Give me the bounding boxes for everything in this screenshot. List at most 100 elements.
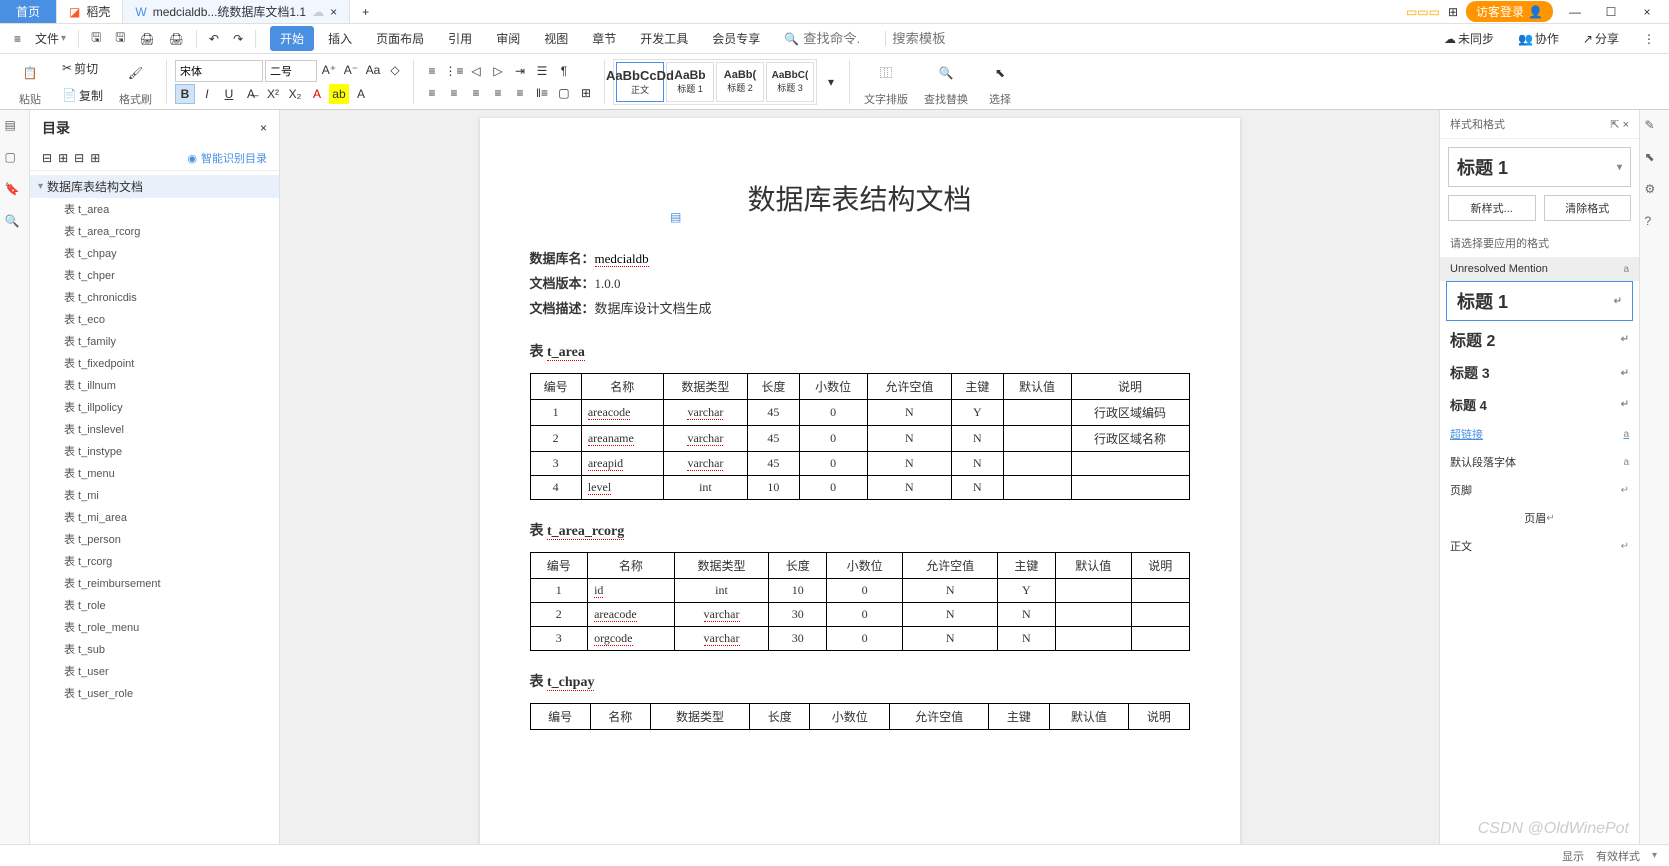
- style-list-item[interactable]: 标题 3↵: [1440, 357, 1639, 389]
- subscript-button[interactable]: X₂: [285, 84, 305, 104]
- paste-group[interactable]: 📋 粘贴: [8, 57, 52, 107]
- find-replace-group[interactable]: 🔍 查找替换: [918, 57, 974, 107]
- style-gallery-item[interactable]: AaBb标题 1: [666, 62, 714, 102]
- tree-item[interactable]: 表 t_chper: [30, 264, 279, 286]
- bullets-button[interactable]: ≡: [422, 61, 442, 81]
- status-filter[interactable]: 有效样式: [1596, 848, 1640, 864]
- screen-icon[interactable]: ⊞: [1448, 5, 1458, 19]
- tab-home[interactable]: 首页: [0, 0, 57, 23]
- change-case-button[interactable]: Aa: [363, 60, 383, 80]
- sort-button[interactable]: ☰: [532, 61, 552, 81]
- search-rail-button[interactable]: 🔍: [5, 214, 25, 234]
- align-dist-button[interactable]: ≡: [510, 83, 530, 103]
- pin-icon[interactable]: ⇱: [1610, 119, 1619, 131]
- smart-outline-button[interactable]: ◉ 智能识别目录: [187, 150, 267, 166]
- share-button[interactable]: ↗ 分享: [1577, 26, 1625, 51]
- ribbon-tab-2[interactable]: 页面布局: [366, 26, 434, 51]
- save-as-button[interactable]: 🖫: [109, 24, 131, 53]
- style-list-item[interactable]: 页脚↵: [1440, 476, 1639, 504]
- borders-button[interactable]: ⊞: [576, 83, 596, 103]
- align-left-button[interactable]: ≡: [422, 83, 442, 103]
- ribbon-tab-0[interactable]: 开始: [270, 26, 314, 51]
- clear-format-button[interactable]: 清除格式: [1544, 195, 1632, 221]
- tree-item[interactable]: 表 t_area_rcorg: [30, 220, 279, 242]
- increase-font-button[interactable]: A⁺: [319, 60, 339, 80]
- sync-button[interactable]: ☁ 未同步: [1438, 26, 1500, 51]
- format-painter-group[interactable]: 🖌 格式刷: [113, 57, 158, 107]
- tree-item[interactable]: 表 t_fixedpoint: [30, 352, 279, 374]
- tree-item[interactable]: 表 t_person: [30, 528, 279, 550]
- style-more-button[interactable]: ▾: [821, 72, 841, 92]
- clear-format-button[interactable]: ◇: [385, 60, 405, 80]
- style-gallery-item[interactable]: AaBbC(标题 3: [766, 62, 814, 102]
- tree-item[interactable]: 表 t_menu: [30, 462, 279, 484]
- tree-item[interactable]: 表 t_area: [30, 198, 279, 220]
- ribbon-tab-8[interactable]: 会员专享: [702, 26, 770, 51]
- select-rail-button[interactable]: ⬉: [1645, 150, 1665, 170]
- tree-item[interactable]: 表 t_user_role: [30, 682, 279, 704]
- strike-button[interactable]: A̶: [241, 84, 261, 104]
- login-button[interactable]: 访客登录 👤: [1466, 1, 1553, 22]
- template-search[interactable]: [885, 31, 965, 46]
- undo-button[interactable]: ↶: [203, 28, 225, 50]
- document-area[interactable]: ▤ 数据库表结构文档 数据库名：medcialdb 文档版本：1.0.0 文档描…: [280, 110, 1439, 844]
- ribbon-tab-7[interactable]: 开发工具: [630, 26, 698, 51]
- search-input[interactable]: [803, 31, 883, 46]
- char-shading-button[interactable]: A: [351, 84, 371, 104]
- decrease-font-button[interactable]: A⁻: [341, 60, 361, 80]
- new-tab-button[interactable]: +: [350, 0, 381, 23]
- tree-item[interactable]: 表 t_sub: [30, 638, 279, 660]
- tree-item[interactable]: 表 t_role: [30, 594, 279, 616]
- style-list-item[interactable]: Unresolved Mentiona: [1440, 257, 1639, 281]
- font-select[interactable]: [175, 60, 263, 82]
- bookmark-rail-button[interactable]: 🔖: [5, 182, 25, 202]
- align-center-button[interactable]: ≡: [444, 83, 464, 103]
- tree-item[interactable]: 表 t_eco: [30, 308, 279, 330]
- highlight-button[interactable]: ab: [329, 84, 349, 104]
- tab-document[interactable]: W medcialdb...统数据库文档1.1 ☁ ×: [123, 0, 350, 23]
- outdent-button[interactable]: ◁: [466, 61, 486, 81]
- copy-button[interactable]: 📄 复制: [56, 83, 109, 108]
- style-list-item[interactable]: 正文↵: [1440, 532, 1639, 560]
- print-preview-button[interactable]: 🖨: [163, 28, 190, 50]
- file-menu[interactable]: 文件 ▾: [29, 26, 72, 51]
- italic-button[interactable]: I: [197, 84, 217, 104]
- tree-item[interactable]: 表 t_role_menu: [30, 616, 279, 638]
- close-icon[interactable]: ×: [330, 5, 337, 19]
- settings-rail-button[interactable]: ⚙: [1645, 182, 1665, 202]
- tree-item[interactable]: 表 t_user: [30, 660, 279, 682]
- size-select[interactable]: [265, 60, 317, 82]
- superscript-button[interactable]: X²: [263, 84, 283, 104]
- style-list-item[interactable]: 标题 1↵: [1446, 281, 1633, 321]
- tree-item[interactable]: 表 t_rcorg: [30, 550, 279, 572]
- style-list-item[interactable]: 页眉↵: [1440, 504, 1639, 532]
- minimize-button[interactable]: —: [1561, 0, 1589, 24]
- tree-item[interactable]: 表 t_instype: [30, 440, 279, 462]
- print-button[interactable]: 🖨: [134, 28, 161, 50]
- level-down-button[interactable]: ⊞: [90, 151, 100, 165]
- numbering-button[interactable]: ⋮≡: [444, 61, 464, 81]
- text-layout-group[interactable]: ⿲ 文字排版: [858, 57, 914, 107]
- show-marks-button[interactable]: ¶: [554, 61, 574, 81]
- current-style[interactable]: 标题 1 ▾: [1448, 147, 1631, 187]
- align-right-button[interactable]: ≡: [466, 83, 486, 103]
- style-list-item[interactable]: 超链接a: [1440, 420, 1639, 448]
- close-icon[interactable]: ×: [1623, 119, 1629, 131]
- line-spacing-button[interactable]: ‖≡: [532, 83, 552, 103]
- tree-item[interactable]: 表 t_illpolicy: [30, 396, 279, 418]
- style-gallery-item[interactable]: AaBb(标题 2: [716, 62, 764, 102]
- cut-button[interactable]: ✂ 剪切: [56, 56, 109, 81]
- save-button[interactable]: 🖫: [85, 24, 107, 53]
- tab-button[interactable]: ⇥: [510, 61, 530, 81]
- command-search[interactable]: 🔍: [784, 31, 883, 46]
- level-up-button[interactable]: ⊟: [74, 151, 84, 165]
- ribbon-tab-5[interactable]: 视图: [534, 26, 578, 51]
- underline-button[interactable]: U: [219, 84, 239, 104]
- style-list-item[interactable]: 默认段落字体a: [1440, 448, 1639, 476]
- style-list-item[interactable]: 标题 2↵: [1440, 321, 1639, 357]
- close-icon[interactable]: ×: [260, 121, 267, 135]
- thumbnail-rail-button[interactable]: ▢: [5, 150, 25, 170]
- outline-rail-button[interactable]: ▤: [5, 118, 25, 138]
- font-color-button[interactable]: A: [307, 84, 327, 104]
- expand-button[interactable]: ⊟: [42, 151, 52, 165]
